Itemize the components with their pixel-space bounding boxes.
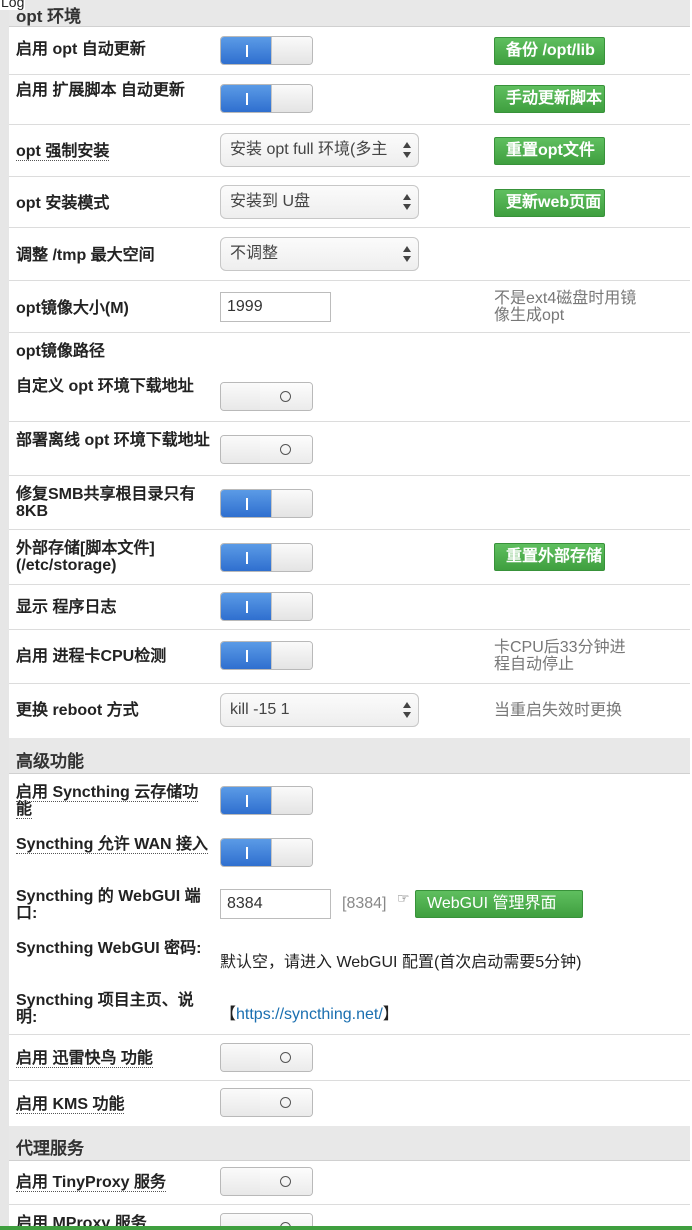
row-xunlei: 启用 迅雷快鸟 功能 bbox=[9, 1035, 690, 1081]
row-label: opt 安装模式 bbox=[16, 195, 110, 212]
syncthing-home-link[interactable]: https://syncthing.net/ bbox=[236, 1006, 383, 1023]
row-label: 启用 TinyProxy 服务 bbox=[16, 1174, 166, 1192]
row-custom-opt-download: 自定义 opt 环境下载地址 bbox=[9, 369, 690, 422]
row-opt-force-install: opt 强制安装 安装 opt full 环境(多主 重置opt文件 bbox=[9, 125, 690, 177]
row-syncthing-port: Syncthing 的 WebGUI 端口: 8384 [8384] ☞ Web… bbox=[9, 878, 690, 930]
bottom-green-strip bbox=[0, 1226, 692, 1230]
row-syncthing: 启用 Syncthing 云存储功能 bbox=[9, 774, 690, 826]
row-kms: 启用 KMS 功能 bbox=[9, 1081, 690, 1126]
row-label: 启用 迅雷快鸟 功能 bbox=[16, 1050, 153, 1068]
row-label: 外部存储[脚本文件](/etc/storage) bbox=[16, 540, 155, 574]
row-cpu-check: 启用 进程卡CPU检测 卡CPU后33分钟进程自动停止 bbox=[9, 630, 690, 684]
row-label: 部署离线 opt 环境下载地址 bbox=[16, 432, 210, 449]
row-ext-script-update: 启用 扩展脚本 自动更新 手动更新脚本 bbox=[9, 75, 690, 125]
row-opt-install-mode: opt 安装模式 安装到 U盘 更新web页面 bbox=[9, 177, 690, 228]
syncthing-port-input[interactable]: 8384 bbox=[220, 889, 331, 919]
syncthing-wan-toggle[interactable] bbox=[220, 838, 313, 867]
opt-force-install-select[interactable]: 安装 opt full 环境(多主 bbox=[220, 133, 419, 167]
row-label: 启用 Syncthing 云存储功能 bbox=[16, 784, 199, 819]
section-title: 代理服务 bbox=[16, 1139, 84, 1158]
row-label: 调整 /tmp 最大空间 bbox=[16, 247, 155, 264]
row-show-log: 显示 程序日志 bbox=[9, 585, 690, 630]
kms-toggle[interactable] bbox=[220, 1088, 313, 1117]
xunlei-toggle[interactable] bbox=[220, 1043, 313, 1072]
update-web-page-button[interactable]: 更新web页面 bbox=[494, 189, 605, 217]
tinyproxy-toggle[interactable] bbox=[220, 1167, 313, 1196]
row-syncthing-home: Syncthing 项目主页、说明: 【https://syncthing.ne… bbox=[9, 982, 690, 1035]
row-opt-auto-update: 启用 opt 自动更新 备份 /opt/lib bbox=[9, 27, 690, 75]
reset-opt-files-button[interactable]: 重置opt文件 bbox=[494, 137, 605, 165]
row-label: Syncthing WebGUI 密码: bbox=[16, 940, 202, 957]
row-label: 更换 reboot 方式 bbox=[16, 702, 139, 719]
section-header-proxy: 代理服务 bbox=[9, 1126, 690, 1161]
smb-fix-toggle[interactable] bbox=[220, 489, 313, 518]
row-label: 启用 进程卡CPU检测 bbox=[16, 648, 167, 665]
manual-update-script-button[interactable]: 手动更新脚本 bbox=[494, 85, 605, 113]
row-tmp-max-size: 调整 /tmp 最大空间 不调整 bbox=[9, 228, 690, 281]
section-title: 高级功能 bbox=[16, 752, 84, 771]
section-title: opt 环境 bbox=[16, 7, 82, 26]
select-arrows-icon bbox=[403, 702, 411, 718]
row-syncthing-wan: Syncthing 允许 WAN 接入 bbox=[9, 826, 690, 878]
row-external-storage: 外部存储[脚本文件](/etc/storage) 重置外部存储 bbox=[9, 530, 690, 585]
tmp-max-size-select[interactable]: 不调整 bbox=[220, 237, 419, 271]
syncthing-home-link-wrap: 【https://syncthing.net/】 bbox=[220, 1000, 399, 1024]
row-label: Syncthing 项目主页、说明: bbox=[16, 992, 194, 1026]
custom-opt-download-toggle[interactable] bbox=[220, 382, 313, 411]
reboot-mode-select[interactable]: kill -15 1 bbox=[220, 693, 419, 727]
select-arrows-icon bbox=[403, 194, 411, 210]
row-label: 启用 KMS 功能 bbox=[16, 1096, 125, 1114]
cpu-check-note: 卡CPU后33分钟进程自动停止 bbox=[494, 639, 626, 673]
reboot-mode-note: 当重启失效时更换 bbox=[494, 702, 623, 719]
section-header-opt: opt 环境 bbox=[9, 0, 690, 27]
row-label: Syncthing 允许 WAN 接入 bbox=[16, 836, 209, 854]
log-tab-label[interactable]: Log bbox=[0, 0, 26, 10]
opt-auto-update-toggle[interactable] bbox=[220, 36, 313, 65]
backup-opt-lib-button[interactable]: 备份 /opt/lib bbox=[494, 37, 605, 65]
opt-image-size-note: 不是ext4磁盘时用镜像生成opt bbox=[494, 290, 637, 324]
row-label: opt镜像路径 bbox=[16, 343, 105, 360]
row-label: 自定义 opt 环境下载地址 bbox=[16, 378, 194, 395]
row-label: opt 强制安装 bbox=[16, 143, 110, 161]
row-label: 显示 程序日志 bbox=[16, 599, 117, 616]
section-header-advanced: 高级功能 bbox=[9, 738, 690, 774]
hand-pointer-icon: ☞ bbox=[397, 890, 410, 906]
syncthing-port-default-hint: [8384] bbox=[342, 895, 387, 912]
row-label: 启用 扩展脚本 自动更新 bbox=[16, 82, 185, 99]
bracket-open: 【 bbox=[220, 1006, 237, 1023]
row-label: 修复SMB共享根目录只有8KB bbox=[16, 486, 196, 520]
row-offline-opt-download: 部署离线 opt 环境下载地址 bbox=[9, 422, 690, 476]
row-smb-fix: 修复SMB共享根目录只有8KB bbox=[9, 476, 690, 530]
show-log-toggle[interactable] bbox=[220, 592, 313, 621]
select-arrows-icon bbox=[403, 246, 411, 262]
bracket-close: 】 bbox=[382, 1006, 399, 1023]
webgui-manage-button[interactable]: WebGUI 管理界面 bbox=[415, 890, 583, 918]
row-syncthing-password: Syncthing WebGUI 密码: 默认空，请进入 WebGUI 配置(首… bbox=[9, 930, 690, 982]
row-label: 启用 opt 自动更新 bbox=[16, 41, 146, 58]
row-label: opt镜像大小(M) bbox=[16, 300, 129, 317]
row-opt-image-size: opt镜像大小(M) 1999 不是ext4磁盘时用镜像生成opt bbox=[9, 281, 690, 333]
row-opt-image-path: opt镜像路径 bbox=[9, 333, 690, 369]
cpu-check-toggle[interactable] bbox=[220, 641, 313, 670]
row-tinyproxy: 启用 TinyProxy 服务 bbox=[9, 1161, 690, 1205]
row-reboot-mode: 更换 reboot 方式 kill -15 1 当重启失效时更换 bbox=[9, 684, 690, 738]
settings-page: Log opt 环境 启用 opt 自动更新 备份 /opt/lib 启用 扩展… bbox=[0, 0, 692, 1230]
reset-external-storage-button[interactable]: 重置外部存储 bbox=[494, 543, 605, 571]
opt-install-mode-select[interactable]: 安装到 U盘 bbox=[220, 185, 419, 219]
syncthing-password-text: 默认空，请进入 WebGUI 配置(首次启动需要5分钟) bbox=[220, 954, 582, 971]
select-arrows-icon bbox=[403, 142, 411, 158]
offline-opt-download-toggle[interactable] bbox=[220, 435, 313, 464]
syncthing-toggle[interactable] bbox=[220, 786, 313, 815]
left-scroll-gutter bbox=[0, 0, 9, 1230]
external-storage-toggle[interactable] bbox=[220, 543, 313, 572]
row-label: Syncthing 的 WebGUI 端口: bbox=[16, 888, 201, 922]
opt-image-size-input[interactable]: 1999 bbox=[220, 292, 331, 322]
ext-script-update-toggle[interactable] bbox=[220, 84, 313, 113]
